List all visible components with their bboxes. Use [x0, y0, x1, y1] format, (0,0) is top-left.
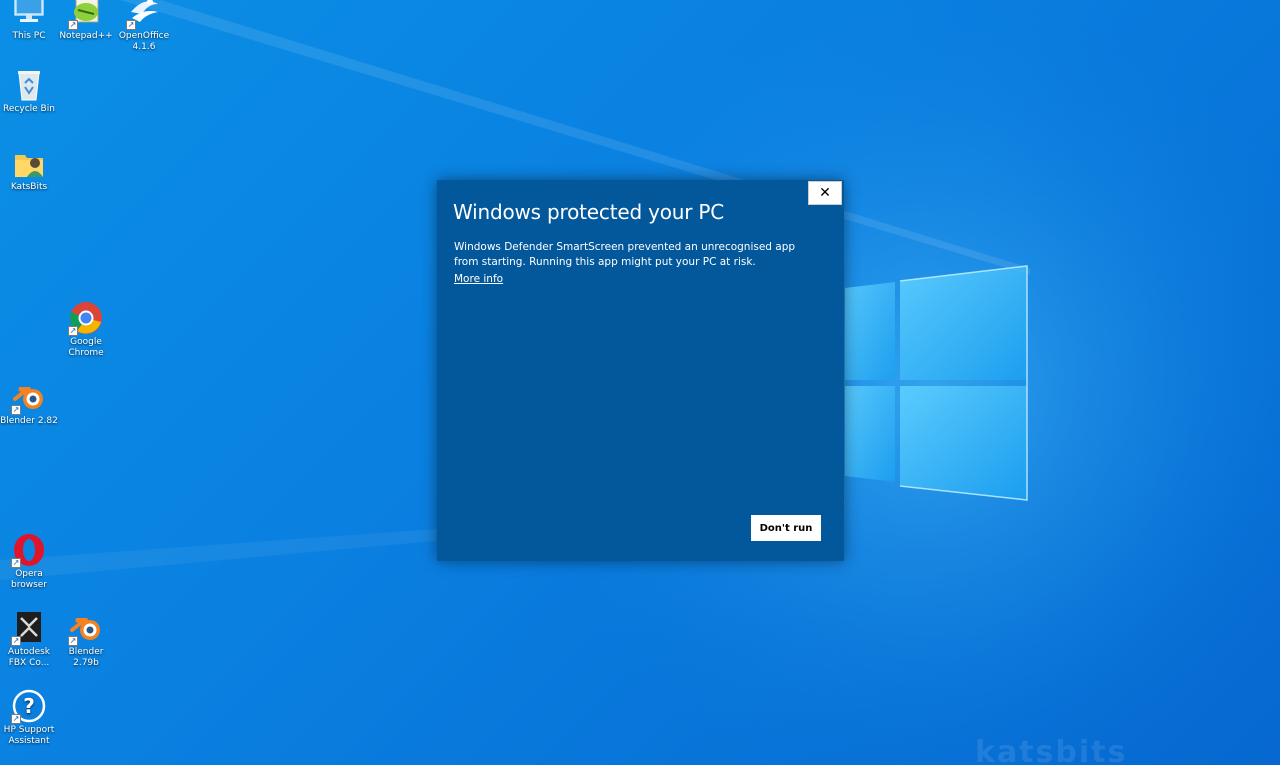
shortcut-arrow-icon: ↗ — [11, 714, 21, 724]
desktop-icon-label: Blender 2.82 — [0, 416, 58, 426]
desktop-icon-label: Opera browser — [10, 569, 47, 590]
shortcut-arrow-icon: ↗ — [68, 636, 78, 646]
shortcut-arrow-icon: ↗ — [11, 636, 21, 646]
opera-icon: ↗ — [11, 532, 47, 568]
desktop-icon-this-pc[interactable]: This PC — [0, 0, 58, 42]
desktop-icon-label: KatsBits — [10, 182, 48, 192]
desktop-icon-katsbits[interactable]: KatsBits — [0, 145, 58, 193]
desktop-icon-recycle-bin[interactable]: Recycle Bin — [0, 67, 58, 115]
blender-icon: ↗ — [68, 610, 104, 646]
dont-run-button[interactable]: Don't run — [751, 515, 821, 541]
notepad-plus-plus-icon: ↗ — [68, 0, 104, 30]
desktop-icon-blender-2-82[interactable]: ↗ Blender 2.82 — [0, 379, 58, 427]
desktop-icon-label: Notepad++ — [59, 31, 113, 41]
chrome-icon: ↗ — [68, 300, 104, 336]
desktop-icon-hp-support-assistant[interactable]: ? ↗ HP Support Assistant — [0, 688, 58, 747]
desktop-icon-label: HP Support Assistant — [3, 725, 55, 746]
svg-text:?: ? — [23, 694, 35, 718]
openoffice-icon: ↗ — [126, 0, 162, 30]
dialog-message: Windows Defender SmartScreen prevented a… — [454, 241, 796, 268]
blender-icon: ↗ — [11, 379, 47, 415]
computer-icon — [11, 0, 47, 30]
desktop-icon-autodesk-fbx[interactable]: ↗ Autodesk FBX Co... — [0, 610, 58, 669]
help-icon: ? ↗ — [11, 688, 47, 724]
fbx-converter-icon: ↗ — [11, 610, 47, 646]
user-folder-icon — [11, 145, 47, 181]
shortcut-arrow-icon: ↗ — [126, 20, 136, 30]
recycle-bin-icon — [11, 67, 47, 103]
desktop-icon-label: Recycle Bin — [3, 104, 55, 114]
desktop-icon-label: Google Chrome — [68, 337, 104, 358]
close-icon: ✕ — [819, 185, 831, 201]
smartscreen-dialog: ✕ Windows protected your PC Windows Defe… — [437, 180, 844, 561]
desktop-icon-label: This PC — [12, 31, 46, 41]
desktop: This PC ↗ Notepad++ ↗ OpenOffice 4.1.6 R… — [0, 0, 1280, 765]
watermark: katsbits — [975, 735, 1128, 765]
desktop-icon-label: Blender 2.79b — [68, 647, 104, 668]
desktop-icon-google-chrome[interactable]: ↗ Google Chrome — [57, 300, 115, 359]
desktop-icon-notepad-plus-plus[interactable]: ↗ Notepad++ — [57, 0, 115, 42]
more-info-link[interactable]: More info — [454, 272, 503, 287]
close-button[interactable]: ✕ — [808, 181, 842, 205]
shortcut-arrow-icon: ↗ — [68, 326, 78, 336]
desktop-icon-opera-browser[interactable]: ↗ Opera browser — [0, 532, 58, 591]
desktop-icon-label: Autodesk FBX Co... — [7, 647, 51, 668]
shortcut-arrow-icon: ↗ — [11, 405, 21, 415]
shortcut-arrow-icon: ↗ — [11, 558, 21, 568]
desktop-icon-blender-2-79b[interactable]: ↗ Blender 2.79b — [57, 610, 115, 669]
desktop-icon-openoffice[interactable]: ↗ OpenOffice 4.1.6 — [115, 0, 173, 53]
shortcut-arrow-icon: ↗ — [68, 20, 78, 30]
desktop-icon-label: OpenOffice 4.1.6 — [118, 31, 170, 52]
dialog-title: Windows protected your PC — [453, 200, 725, 224]
